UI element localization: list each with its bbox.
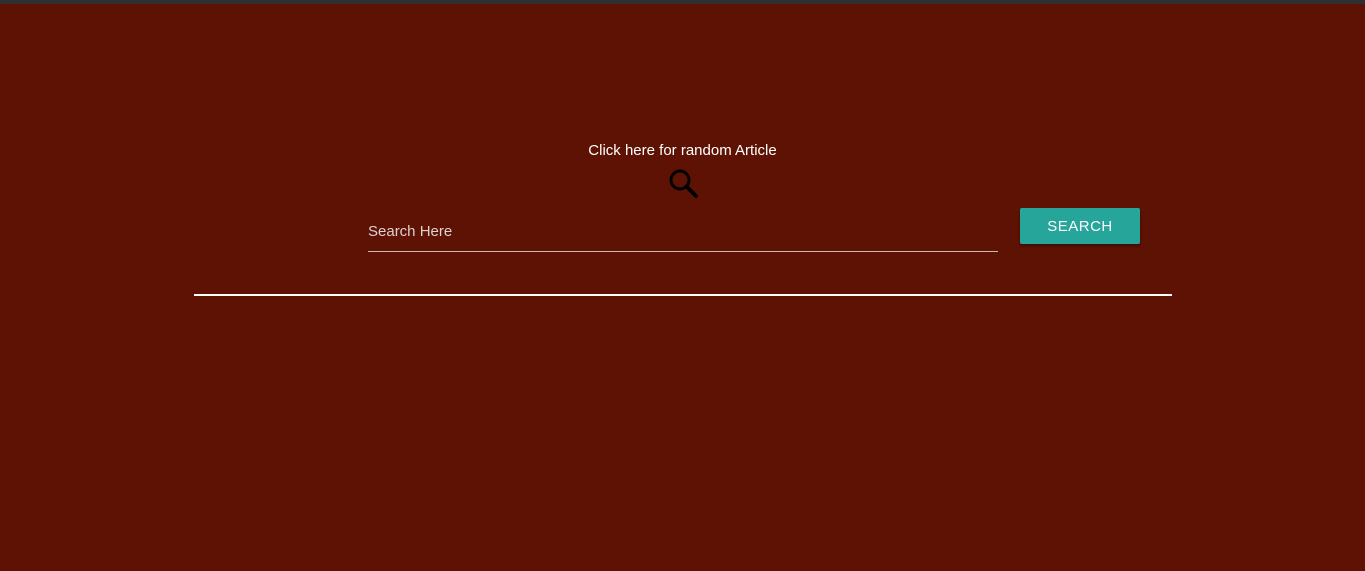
window-top-bar [0,0,1365,4]
search-button[interactable]: SEARCH [1020,208,1140,244]
results-divider [194,294,1172,296]
search-icon[interactable] [666,166,700,200]
random-article-link[interactable]: Click here for random Article [0,142,1365,160]
search-input[interactable] [368,212,998,252]
